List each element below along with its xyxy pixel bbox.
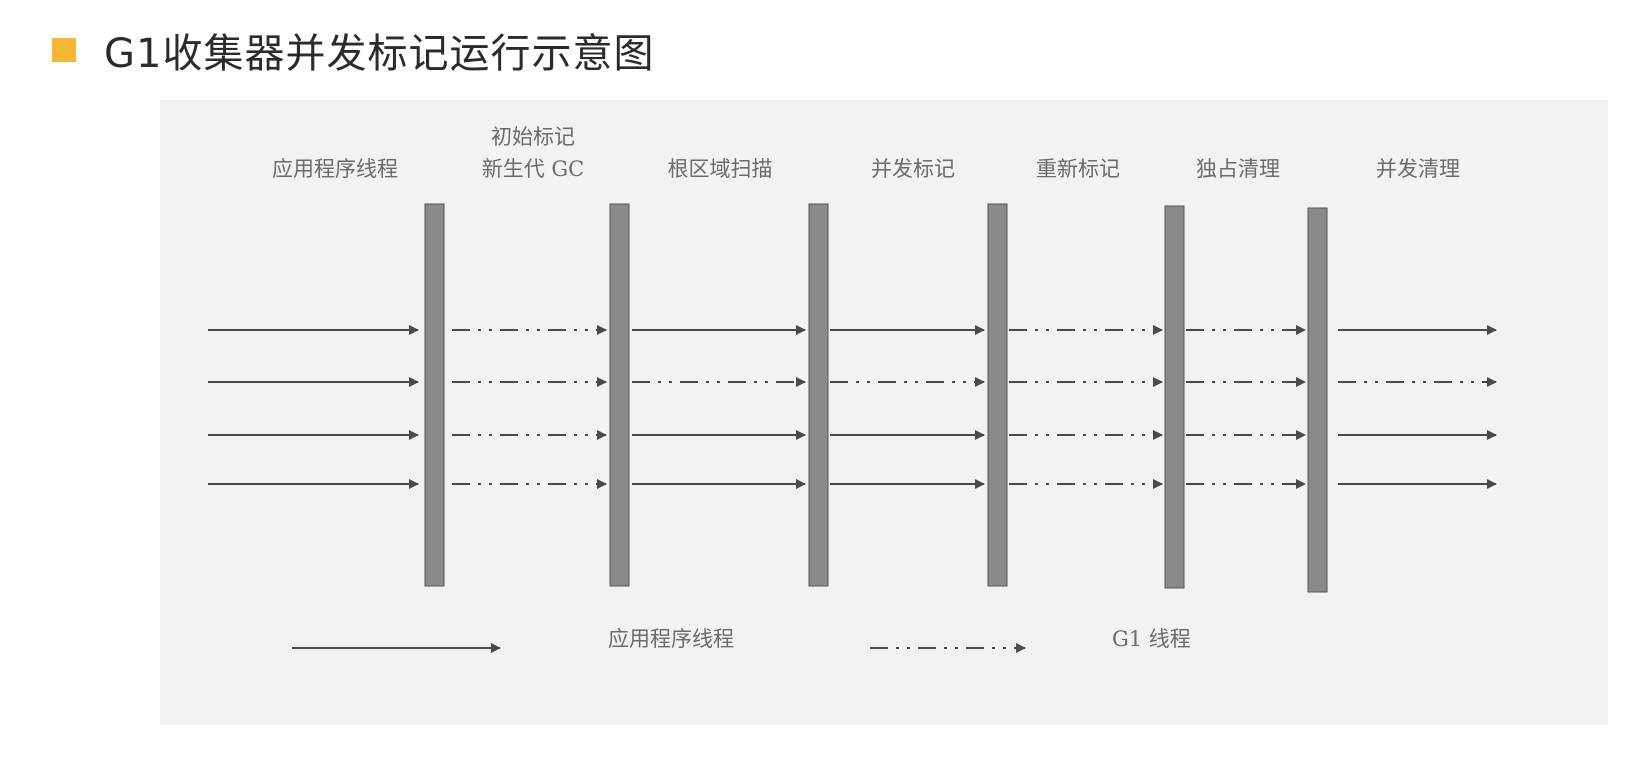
phase-label-initial-mark-line-1: 初始标记 (491, 125, 575, 149)
phase-boundary-bar-6 (1307, 207, 1328, 593)
phase-boundary-bar-3 (808, 203, 829, 587)
title-bullet-square (52, 38, 76, 62)
phase-label-initial-mark-line-2: 新生代 GC (482, 157, 585, 181)
phase-boundary-bar-4 (987, 203, 1008, 587)
phase-boundary-bar-5 (1164, 205, 1185, 589)
phase-boundary-bar-1 (424, 203, 445, 587)
phase-label-remark: 重新标记 (1036, 157, 1120, 181)
phase-label-exclusive-cleanup: 独占清理 (1196, 157, 1280, 181)
phase-label-concurrent-mark: 并发标记 (871, 157, 955, 181)
legend-app-thread-label: 应用程序线程 (608, 627, 734, 651)
gc-phase-diagram: 应用程序线程初始标记新生代 GC 根区域扫描 并发标记 重新标记 独占清理 并发清理应用程… (208, 125, 1497, 653)
phase-label-concurrent-cleanup: 并发清理 (1376, 157, 1460, 181)
phase-boundary-bar-2 (609, 203, 630, 587)
slide-title: G1收集器并发标记运行示意图 (52, 20, 654, 80)
legend-g1-thread-label: G1 线程 (1112, 627, 1191, 651)
phase-label-app-1: 应用程序线程 (272, 157, 398, 181)
phase-label-root-region-scan: 根区域扫描 (668, 157, 773, 181)
diagram-figure: 应用程序线程 初始标记 新生代 GC 根区域扫描 并发标记 重新标记 独占清理 并发清理 应用程… (160, 100, 1608, 725)
title-text: G1收集器并发标记运行示意图 (104, 31, 655, 77)
